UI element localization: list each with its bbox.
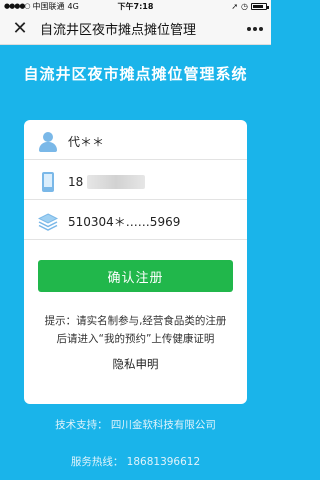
more-dots-icon[interactable] [247, 12, 263, 45]
page-title: 自流井区夜市摊点摊位管理系统 [23, 65, 248, 83]
battery-fill [253, 4, 263, 8]
tech-support: 技术支持： 四川金软科技有限公司 [55, 419, 216, 431]
phone-field[interactable]: 18 [24, 164, 247, 200]
service-hotline: 服务热线： 18681396612 [70, 456, 201, 468]
notice-line-2: 后请进入“我的预约”上传健康证明 [56, 333, 215, 345]
user-icon [38, 131, 58, 152]
phone-icon [38, 171, 58, 192]
name-value: 代＊＊ [68, 135, 105, 149]
status-bar: ●●●●○ 中国联通 4G 下午7:18 ➚ ◷ [0, 0, 271, 12]
id-value: 510304＊……5969 [68, 215, 181, 229]
notice-text: 提示：请实名制参与,经营食品类的注册 后请进入“我的预约”上传健康证明 [30, 312, 241, 348]
redacted-phone [87, 174, 146, 189]
privacy-link[interactable]: 隐私申明 [24, 356, 247, 372]
status-time: 下午7:18 [117, 1, 154, 11]
name-field[interactable]: 代＊＊ [24, 124, 247, 160]
nav-bar: ✕ 自流井区夜市摊点摊位管理 [0, 12, 271, 45]
confirm-register-button[interactable]: 确认注册 [38, 260, 233, 292]
battery-icon [251, 2, 269, 10]
registration-card: 代＊＊ 18 510304＊……5969 确认注册 提示：请实名制参与,经营食品… [24, 120, 247, 404]
id-field[interactable]: 510304＊……5969 [24, 204, 247, 240]
phone-value: 18 [68, 174, 84, 189]
close-icon[interactable]: ✕ [0, 12, 40, 45]
nav-title: 自流井区夜市摊点摊位管理 [40, 22, 197, 38]
notice-line-1: 提示：请实名制参与,经营食品类的注册 [44, 315, 227, 327]
layers-icon [38, 212, 58, 232]
